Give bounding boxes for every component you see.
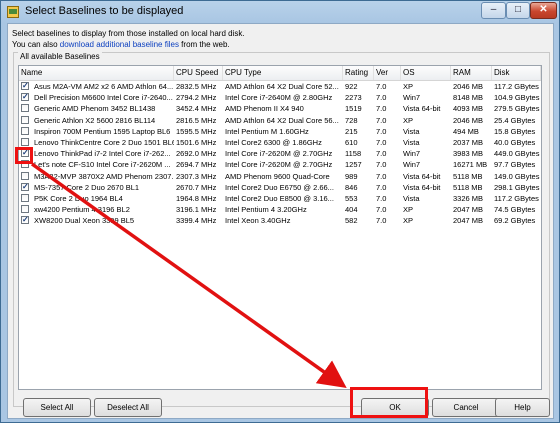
annotation-arrow [30, 162, 347, 389]
dialog-window: Select Baselines to be displayed – □ ✕ S… [0, 0, 560, 423]
